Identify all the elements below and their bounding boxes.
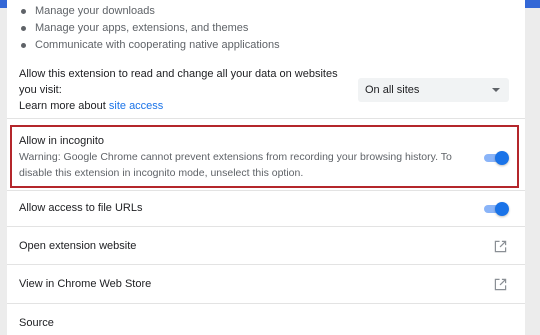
file-urls-title: Allow access to file URLs xyxy=(19,202,143,214)
source-title: Source xyxy=(19,317,54,329)
incognito-title: Allow in incognito xyxy=(19,135,104,147)
site-access-section: Allow this extension to read and change … xyxy=(19,66,349,114)
chevron-down-icon xyxy=(492,88,500,92)
divider xyxy=(7,118,525,119)
divider xyxy=(7,190,525,191)
bullet-icon xyxy=(21,26,26,31)
site-access-dropdown[interactable]: On all sites xyxy=(358,78,509,102)
bullet-icon xyxy=(21,9,26,14)
open-website-link[interactable]: Open extension website xyxy=(19,240,136,252)
toggle-knob xyxy=(495,151,509,165)
open-in-new-icon[interactable] xyxy=(494,240,507,253)
site-access-link[interactable]: site access xyxy=(109,100,163,112)
open-in-new-icon[interactable] xyxy=(494,278,507,291)
permission-item: Communicate with cooperating native appl… xyxy=(19,37,280,54)
divider xyxy=(7,303,525,304)
learn-more-line: Learn more about site access xyxy=(19,98,349,114)
permission-item: Manage your downloads xyxy=(19,3,280,20)
web-store-link[interactable]: View in Chrome Web Store xyxy=(19,278,151,290)
incognito-warning: Warning: Google Chrome cannot prevent ex… xyxy=(19,151,452,179)
divider xyxy=(7,226,525,227)
permission-text: Communicate with cooperating native appl… xyxy=(35,39,280,51)
permission-text: Manage your downloads xyxy=(35,5,155,17)
toggle-knob xyxy=(495,202,509,216)
dropdown-value: On all sites xyxy=(365,84,420,96)
permissions-list: Manage your downloads Manage your apps, … xyxy=(19,5,280,54)
permission-text: Manage your apps, extensions, and themes xyxy=(35,22,249,34)
file-urls-toggle[interactable] xyxy=(483,202,509,216)
site-access-text: Allow this extension to read and change … xyxy=(19,68,338,96)
extension-details-panel: Manage your downloads Manage your apps, … xyxy=(7,0,525,335)
learn-more-prefix: Learn more about xyxy=(19,100,109,112)
permission-item: Manage your apps, extensions, and themes xyxy=(19,20,280,37)
bullet-icon xyxy=(21,43,26,48)
divider xyxy=(7,264,525,265)
incognito-toggle[interactable] xyxy=(483,151,509,165)
